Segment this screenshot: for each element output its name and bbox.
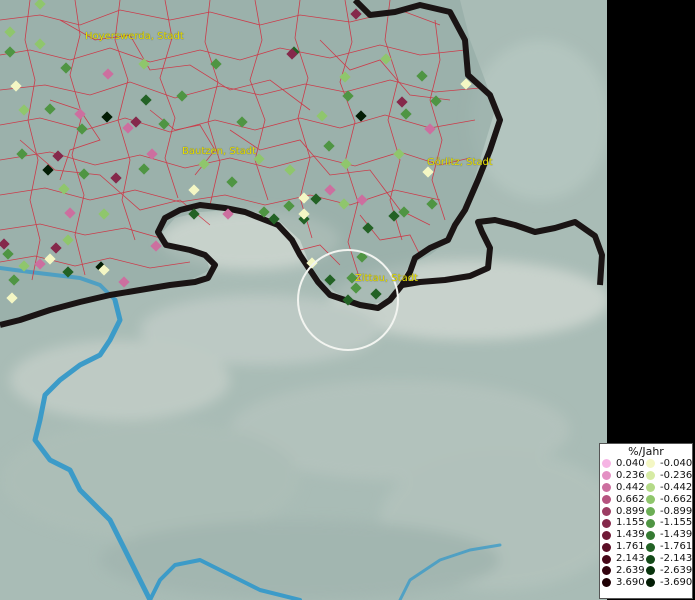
legend-positive-item: 2.639: [602, 565, 646, 577]
legend: %/Jahr 0.040 0.236 0.442 0.662 0.899 1.155 1.4…: [599, 443, 693, 599]
legend-negative-item: -0.040: [646, 458, 692, 470]
legend-positive-item: 0.236: [602, 470, 646, 482]
legend-swatch: [602, 483, 611, 493]
legend-positive-item: 1.155: [602, 517, 646, 529]
place-label-hoyerswerda: Hoyerswerda, Stadt: [85, 31, 184, 42]
legend-swatch: [646, 554, 655, 564]
legend-positive-item: 0.040: [602, 458, 646, 470]
legend-negative-column: -0.040 -0.236 -0.442 -0.662 -0.899 -1.155 -1.4…: [646, 458, 692, 589]
legend-positive-item: 1.439: [602, 529, 646, 541]
legend-swatch: [646, 495, 655, 505]
legend-value: 0.899: [616, 505, 645, 517]
place-label-bautzen: Bautzen, Stadt: [182, 146, 257, 157]
legend-negative-item: -0.236: [646, 470, 692, 482]
legend-value: 1.761: [616, 541, 645, 553]
legend-swatch: [646, 518, 655, 528]
legend-value: -0.040: [660, 458, 693, 469]
legend-value: 3.690: [616, 576, 645, 588]
legend-swatch: [602, 542, 611, 552]
legend-positive-item: 0.899: [602, 506, 646, 518]
legend-value: -1.155: [660, 517, 693, 529]
legend-positive-column: 0.040 0.236 0.442 0.662 0.899 1.155 1.439 1.761…: [602, 458, 646, 589]
legend-swatch: [646, 483, 655, 493]
legend-swatch: [602, 507, 611, 516]
map-canvas: [0, 0, 607, 600]
legend-negative-item: -1.155: [646, 517, 692, 529]
legend-negative-item: -0.442: [646, 482, 692, 494]
legend-value: -0.236: [660, 469, 693, 481]
legend-swatch: [602, 495, 611, 505]
legend-negative-item: -1.761: [646, 541, 692, 553]
legend-swatch: [646, 578, 655, 588]
legend-negative-item: -2.143: [646, 553, 692, 565]
legend-value: -2.143: [660, 553, 693, 565]
legend-swatch: [602, 459, 611, 469]
legend-swatch: [602, 554, 611, 564]
legend-value: 2.639: [616, 565, 645, 577]
legend-value: -1.439: [660, 529, 693, 541]
legend-swatch: [646, 542, 655, 552]
legend-swatch: [602, 530, 611, 540]
legend-value: -1.761: [660, 541, 693, 553]
legend-value: -0.662: [660, 493, 693, 505]
legend-swatch: [646, 471, 655, 481]
legend-value: 1.439: [616, 529, 645, 541]
legend-swatch: [602, 471, 611, 481]
legend-negative-item: -3.690: [646, 577, 692, 589]
legend-negative-item: -1.439: [646, 529, 692, 541]
legend-value: 0.442: [616, 481, 645, 493]
legend-value: 0.040: [616, 458, 645, 469]
legend-value: 2.143: [616, 553, 645, 565]
legend-value: -0.442: [660, 481, 693, 493]
legend-negative-item: -0.662: [646, 494, 692, 506]
legend-value: -0.899: [660, 505, 693, 517]
legend-positive-item: 0.662: [602, 494, 646, 506]
legend-swatch: [602, 566, 611, 576]
place-label-zittau: Zittau, Stadt: [355, 273, 418, 284]
legend-value: 1.155: [616, 517, 645, 529]
legend-positive-item: 2.143: [602, 553, 646, 565]
legend-value: 0.236: [616, 469, 645, 481]
legend-swatch: [646, 507, 655, 516]
legend-value: -2.639: [660, 565, 693, 577]
legend-positive-item: 1.761: [602, 541, 646, 553]
legend-title: %/Jahr: [628, 445, 664, 458]
legend-swatch: [646, 459, 655, 469]
legend-swatch: [602, 518, 611, 528]
map-view[interactable]: Hoyerswerda, Stadt Bautzen, Stadt Görlit…: [0, 0, 607, 600]
legend-positive-item: 3.690: [602, 577, 646, 589]
place-label-goerlitz: Görlitz, Stadt: [427, 157, 493, 168]
legend-swatch: [646, 566, 655, 576]
legend-swatch: [646, 530, 655, 540]
legend-positive-item: 0.442: [602, 482, 646, 494]
legend-value: -3.690: [660, 576, 693, 588]
legend-negative-item: -0.899: [646, 506, 692, 518]
legend-value: 0.662: [616, 493, 645, 505]
legend-negative-item: -2.639: [646, 565, 692, 577]
legend-swatch: [602, 578, 611, 588]
